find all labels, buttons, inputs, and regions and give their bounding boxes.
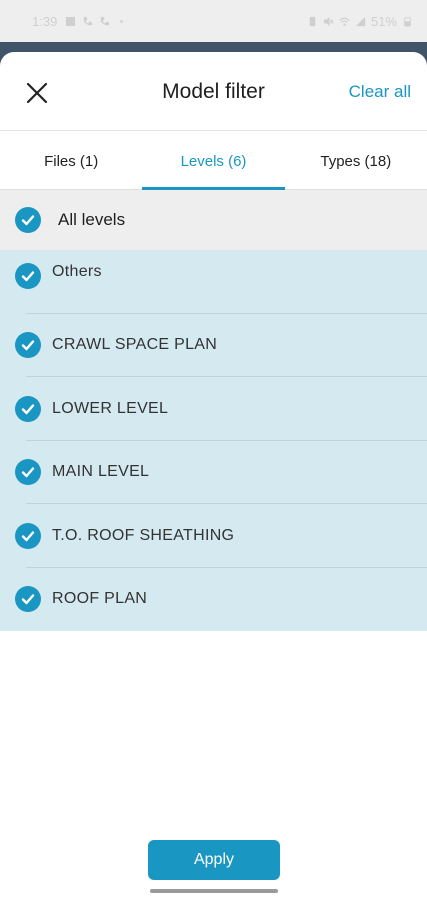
clear-all-button[interactable]: Clear all (349, 82, 411, 102)
level-label: MAIN LEVEL (52, 463, 150, 481)
check-circle-icon[interactable] (15, 522, 41, 549)
list-item[interactable]: LOWER LEVEL (0, 377, 427, 441)
list-item[interactable]: CRAWL SPACE PLAN (0, 314, 427, 377)
battery-percent: 51% (370, 13, 397, 29)
tab-levels[interactable]: Levels (6) (142, 131, 285, 190)
all-levels-row[interactable]: All levels (0, 190, 427, 250)
check-circle-icon[interactable] (15, 395, 41, 422)
level-label: ROOF PLAN (52, 590, 148, 608)
wifi-icon (339, 17, 350, 26)
list-item[interactable]: ROOF PLAN (0, 568, 427, 632)
status-icons-left (65, 16, 127, 27)
list-item[interactable]: T.O. ROOF SHEATHING (0, 504, 427, 568)
list-item[interactable]: MAIN LEVEL (0, 441, 427, 504)
status-time: 1:39 (32, 13, 58, 29)
check-circle-icon[interactable] (15, 459, 41, 486)
level-label: CRAWL SPACE PLAN (52, 336, 218, 354)
check-circle-icon[interactable] (15, 262, 41, 289)
battery-icon (404, 16, 411, 27)
level-label: LOWER LEVEL (52, 399, 169, 417)
image-icon (66, 16, 76, 26)
dot-icon (120, 19, 124, 23)
sheet-header: Model filter Clear all (0, 52, 427, 131)
phone-icon (84, 16, 93, 25)
status-bar: 1:39 51% (0, 0, 427, 42)
filter-tabs: Files (1) Levels (6) Types (18) (0, 131, 427, 190)
check-circle-icon[interactable] (15, 586, 41, 613)
all-levels-label: All levels (58, 210, 126, 229)
home-indicator[interactable] (150, 889, 278, 893)
phone-icon (101, 16, 110, 25)
check-circle-icon[interactable] (15, 207, 41, 233)
status-icons-right: 51% (307, 14, 413, 29)
mute-icon (323, 16, 334, 26)
check-circle-icon[interactable] (15, 332, 41, 359)
apply-button[interactable]: Apply (148, 840, 280, 880)
level-label: Others (52, 262, 102, 280)
list-item[interactable]: Others (0, 250, 427, 314)
levels-list: Others CRAWL SPACE PLAN LOWER LEVEL MAIN… (0, 250, 427, 631)
tab-types[interactable]: Types (18) (285, 131, 427, 189)
model-filter-sheet: Model filter Clear all Files (1) Levels … (0, 52, 427, 900)
level-label: T.O. ROOF SHEATHING (52, 526, 235, 544)
battery-saver-icon (309, 16, 316, 26)
signal-icon (355, 16, 366, 26)
tab-files[interactable]: Files (1) (0, 131, 142, 189)
